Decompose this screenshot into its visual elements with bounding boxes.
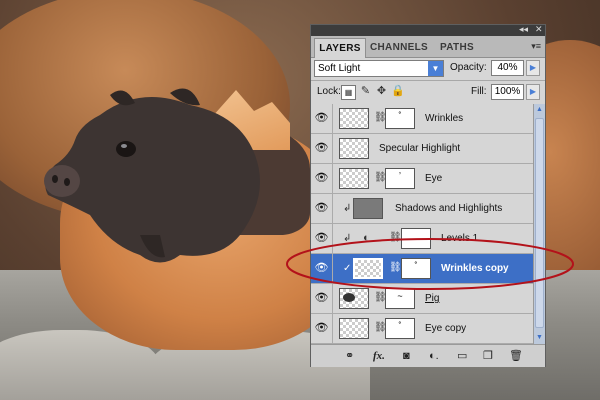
- lock-all-icon[interactable]: 🔒: [391, 85, 405, 98]
- layer-name[interactable]: Specular Highlight: [379, 134, 460, 163]
- layer-mask-thumbnail[interactable]: ˚: [385, 318, 415, 339]
- blend-row: Soft Light ▼ Opacity: 40% ▶: [311, 58, 545, 80]
- layer-name[interactable]: Wrinkles: [425, 104, 463, 133]
- layer-row-eye[interactable]: 👁 ⛓ ʼ Eye: [311, 164, 533, 194]
- opacity-slider-arrow[interactable]: ▶: [526, 60, 540, 76]
- scroll-up-icon[interactable]: ▲: [534, 104, 545, 116]
- link-icon[interactable]: ⛓: [374, 172, 387, 184]
- eye-icon[interactable]: 👁: [311, 194, 333, 223]
- eye-icon[interactable]: 👁: [311, 104, 333, 133]
- scrollbar-thumb[interactable]: [535, 118, 544, 328]
- layer-name[interactable]: Eye: [425, 164, 442, 193]
- layer-row-eye-copy[interactable]: 👁 ⛓ ˚ Eye copy: [311, 314, 533, 344]
- layers-list: 👁 ⛓ ˚ Wrinkles 👁 Specular Highlight 👁 ⛓ …: [311, 104, 533, 344]
- fill-label: Fill:: [471, 86, 487, 97]
- layer-name[interactable]: Shadows and Highlights: [395, 194, 502, 223]
- lock-transparency-icon[interactable]: ▦: [341, 85, 356, 100]
- layer-thumbnail: [353, 198, 383, 219]
- adjustment-layer-icon[interactable]: ◐.: [429, 348, 439, 364]
- layer-thumbnail: [339, 108, 369, 129]
- opacity-input[interactable]: 40%: [491, 60, 524, 76]
- lock-label: Lock:: [317, 86, 341, 97]
- chevron-down-icon: ▼: [428, 61, 443, 76]
- panel-tabs: LAYERS CHANNELS PATHS ▾≡: [311, 36, 545, 58]
- link-icon[interactable]: ⛓: [374, 322, 387, 334]
- fill-input[interactable]: 100%: [491, 84, 524, 100]
- blend-mode-select[interactable]: Soft Light ▼: [314, 60, 444, 77]
- panel-menu-icon[interactable]: ▾≡: [531, 41, 541, 52]
- new-layer-icon[interactable]: ❐: [483, 348, 493, 364]
- opacity-label: Opacity:: [450, 62, 487, 73]
- layer-thumbnail: [339, 168, 369, 189]
- eye-icon[interactable]: 👁: [311, 314, 333, 343]
- pig-thumbnail-shape: [343, 293, 355, 302]
- panel-footer: ⚭ fx. ◙ ◐. ▭ ❐ 🗑: [311, 344, 545, 367]
- fx-icon[interactable]: fx.: [373, 348, 385, 364]
- lock-row: Lock: ▦ ✎ ✥ 🔒 Fill: 100% ▶: [311, 81, 545, 103]
- layer-name[interactable]: Eye copy: [425, 314, 466, 343]
- layer-mask-thumbnail[interactable]: ˚: [385, 108, 415, 129]
- fill-slider-arrow[interactable]: ▶: [526, 84, 540, 100]
- lock-paint-icon[interactable]: ✎: [359, 85, 372, 98]
- link-icon[interactable]: ⛓: [374, 112, 387, 124]
- scroll-down-icon[interactable]: ▼: [534, 332, 545, 344]
- layers-panel: ◂◂ ✕ LAYERS CHANNELS PATHS ▾≡ Soft Light…: [310, 24, 546, 367]
- trash-icon[interactable]: 🗑: [509, 348, 523, 364]
- link-icon[interactable]: ⛓: [374, 292, 387, 304]
- lock-move-icon[interactable]: ✥: [375, 85, 388, 98]
- layer-thumbnail: [339, 318, 369, 339]
- tab-paths[interactable]: PATHS: [435, 38, 479, 57]
- eye-icon[interactable]: 👁: [311, 134, 333, 163]
- blend-mode-value: Soft Light: [318, 63, 361, 74]
- add-mask-icon[interactable]: ◙: [403, 348, 410, 364]
- new-group-icon[interactable]: ▭: [457, 348, 467, 364]
- tab-layers[interactable]: LAYERS: [314, 38, 366, 58]
- layer-mask-thumbnail[interactable]: ʼ: [385, 168, 415, 189]
- eye-icon[interactable]: 👁: [311, 164, 333, 193]
- link-layers-icon[interactable]: ⚭: [345, 348, 354, 364]
- clipping-arrow-icon: ↲: [343, 203, 352, 214]
- layer-row-specular-highlight[interactable]: 👁 Specular Highlight: [311, 134, 533, 164]
- layers-scrollbar[interactable]: ▲ ▼: [533, 104, 545, 344]
- collapse-icon[interactable]: ◂◂: [519, 24, 528, 35]
- layer-thumbnail: [339, 138, 369, 159]
- pig-image: [44, 88, 260, 263]
- layer-row-shadows-and-highlights[interactable]: 👁 ↲ Shadows and Highlights: [311, 194, 533, 224]
- close-icon[interactable]: ✕: [535, 24, 543, 35]
- layer-row-wrinkles[interactable]: 👁 ⛓ ˚ Wrinkles: [311, 104, 533, 134]
- highlight-ellipse: [286, 238, 574, 290]
- panel-title-bar: ◂◂ ✕: [311, 24, 545, 36]
- tab-channels[interactable]: CHANNELS: [367, 38, 431, 57]
